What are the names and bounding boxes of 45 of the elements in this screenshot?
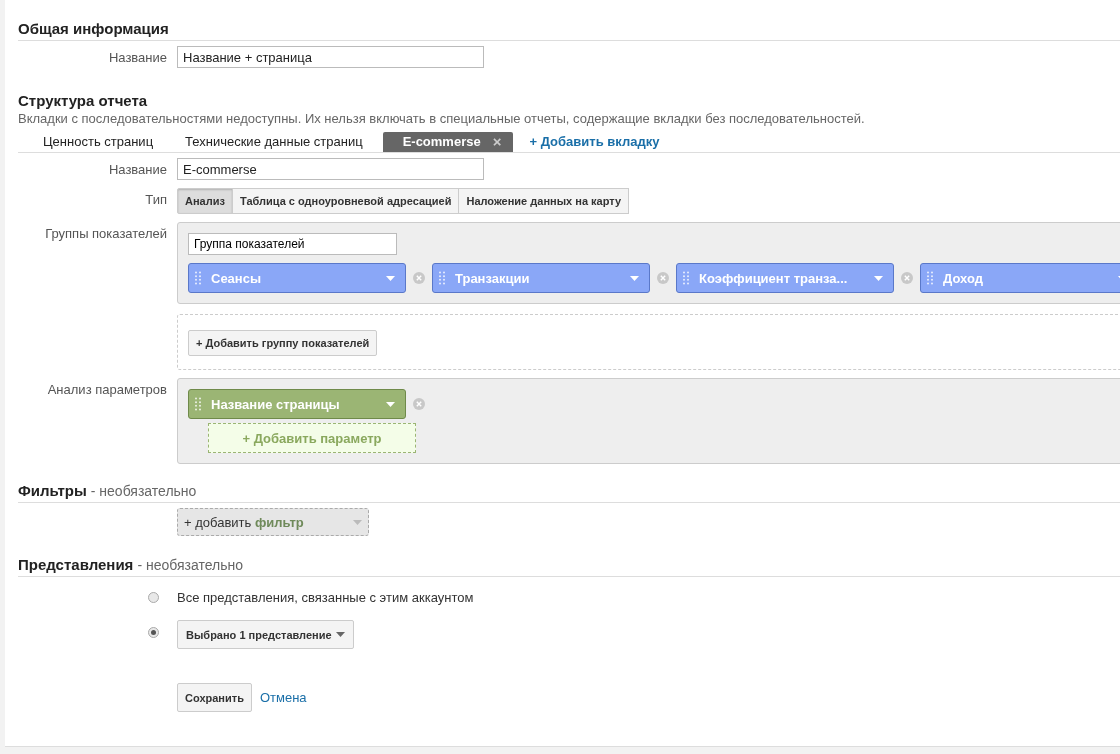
section-title: Общая информация [18,20,169,37]
optional-note: - необязательно [137,557,243,573]
remove-icon[interactable] [413,272,425,284]
report-tab[interactable]: Технические данные страниц [173,132,375,152]
type-option[interactable]: Наложение данных на карту [458,188,630,214]
add-group-button[interactable]: + Добавить группу показателей [188,330,378,356]
section-description: Вкладки с последовательностями недоступны. Их нельзя включать в специальные отчеты, содержащие вкладки без последовательностей. [18,111,866,126]
field-label: Группы показателей [44,225,168,241]
drag-handle-icon[interactable] [195,271,201,285]
view-dropdown[interactable]: Выбрано 1 представление [177,620,354,649]
caret-icon[interactable] [630,275,639,281]
type-option[interactable]: Таблица с одноуровневой адресацией [231,188,460,214]
add-filter-button[interactable]: + добавить фильтр [177,508,369,536]
section-title: Представления [18,556,134,573]
drag-handle-icon[interactable] [927,271,933,285]
radio-button[interactable] [148,627,159,638]
tab-name-field[interactable]: E-commerse [177,158,484,180]
field-label: Название [107,161,168,177]
drag-handle-icon[interactable] [683,271,689,285]
drag-handle-icon[interactable] [439,271,445,285]
remove-icon[interactable] [413,398,425,410]
type-option[interactable]: Анализ [177,188,233,214]
optional-note: - необязательно [90,483,197,499]
caret-icon[interactable] [336,632,345,637]
report-tab[interactable]: E-commerse × [382,132,514,152]
cancel-link[interactable]: Отмена [259,690,307,705]
field-label: Анализ параметров [46,381,168,397]
radio-button[interactable] [148,591,159,603]
caret-icon[interactable] [874,275,883,281]
field-label: Название [107,49,168,65]
name-field[interactable]: Название + страница [177,46,484,68]
field-label: Тип [144,191,168,207]
report-tab[interactable]: Ценность страниц [18,132,166,152]
caret-icon[interactable] [386,401,395,407]
close-icon[interactable]: × [492,132,502,152]
caret-icon[interactable] [386,275,395,281]
radio-label: Все представления, связанные с этим аккаунтом [177,589,474,605]
remove-icon[interactable] [657,272,669,284]
save-button[interactable]: Сохранить [177,683,252,712]
section-title: Структура отчета [18,92,148,109]
group-name-field[interactable]: Группа показателей [188,233,397,255]
drag-handle-icon[interactable] [195,397,201,411]
section-title: Фильтры [18,482,87,499]
remove-icon[interactable] [901,272,913,284]
add-tab-link[interactable]: + Добавить вкладку [529,132,660,152]
